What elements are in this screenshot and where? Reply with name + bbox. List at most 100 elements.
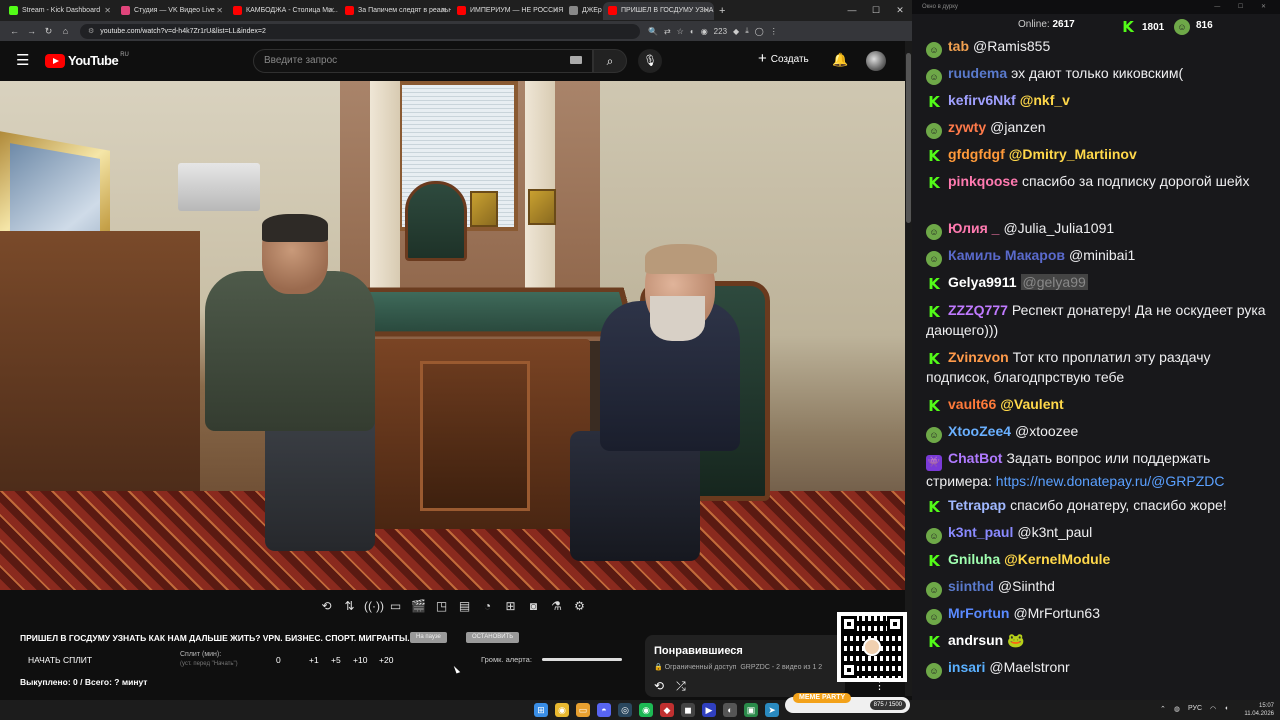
chat-username[interactable]: Gniluha bbox=[948, 551, 1000, 567]
flask-icon[interactable]: ⚗ bbox=[548, 597, 565, 615]
close-tab-icon[interactable]: ✕ bbox=[216, 6, 223, 15]
extension-icon[interactable]: ◐ bbox=[690, 27, 695, 36]
chat-username[interactable]: zywty bbox=[948, 119, 986, 135]
profile-icon[interactable]: ◯ bbox=[755, 27, 764, 36]
chat-window-controls[interactable]: — ☐ ✕ bbox=[1214, 0, 1274, 14]
app-icon[interactable]: ◐ bbox=[723, 703, 737, 717]
chat-username[interactable]: gfdgfdgf bbox=[948, 146, 1005, 162]
back-button[interactable]: ← bbox=[6, 26, 23, 36]
screen-share-icon[interactable]: ▭ bbox=[387, 597, 404, 615]
close-tab-icon[interactable]: ✕ bbox=[703, 6, 710, 15]
new-tab-button[interactable]: + bbox=[719, 5, 725, 17]
chat-username[interactable]: vault66 bbox=[948, 396, 996, 412]
chat-username[interactable]: kefirv6Nkf bbox=[948, 92, 1016, 108]
home-icon[interactable]: ⌂ bbox=[57, 26, 74, 36]
chrome-icon[interactable]: ◉ bbox=[555, 703, 569, 717]
app-icon[interactable]: ◆ bbox=[660, 703, 674, 717]
split-add-20-button[interactable]: +20 bbox=[379, 655, 393, 665]
url-field[interactable]: ⚙ youtube.com/watch?v=d-h4k7Zr1rU&list=L… bbox=[80, 23, 640, 39]
browser-tab[interactable]: Студия — VK Видео Live ✕ bbox=[116, 2, 227, 20]
playlist-title[interactable]: Понравившиеся bbox=[654, 645, 743, 657]
create-button[interactable]: + Создать bbox=[758, 51, 809, 66]
language-indicator[interactable]: РУС bbox=[1188, 705, 1202, 713]
tray-icon[interactable]: ◍ bbox=[1174, 705, 1180, 713]
youtube-logo[interactable]: YouTube RU bbox=[45, 52, 129, 68]
translate-icon[interactable]: ⇄ bbox=[664, 27, 671, 36]
scrollbar-thumb[interactable] bbox=[906, 53, 911, 223]
picture-in-picture-icon[interactable]: ◳ bbox=[433, 597, 450, 615]
chat-username[interactable]: Zvinzvon bbox=[948, 349, 1009, 365]
volume-icon[interactable]: ◖ bbox=[1224, 705, 1228, 713]
frame-icon[interactable]: ▤ bbox=[456, 597, 473, 615]
menu-icon[interactable]: ⋮ bbox=[770, 27, 778, 36]
wifi-icon[interactable]: ◠ bbox=[1210, 705, 1216, 713]
shuffle-icon[interactable]: ⤮ bbox=[676, 679, 686, 694]
chat-username[interactable]: MrFortun bbox=[948, 605, 1009, 621]
reload-button[interactable]: ↻ bbox=[40, 26, 57, 37]
extension-icon[interactable]: ◉ bbox=[701, 27, 708, 36]
stop-chip[interactable]: ОСТАНОВИТЬ bbox=[466, 632, 520, 643]
forward-button[interactable]: → bbox=[23, 26, 40, 36]
close-tab-icon[interactable]: ✕ bbox=[440, 6, 447, 15]
app-icon[interactable]: ▣ bbox=[744, 703, 758, 717]
speed-gauge-icon[interactable]: ◔ bbox=[479, 597, 496, 615]
alert-volume-slider[interactable] bbox=[542, 658, 622, 661]
chat-username[interactable]: tab bbox=[948, 38, 969, 54]
chat-username[interactable]: ChatBot bbox=[948, 450, 1002, 466]
video-player[interactable] bbox=[0, 81, 905, 590]
keyboard-icon[interactable] bbox=[570, 56, 582, 64]
close-tab-icon[interactable]: ✕ bbox=[552, 6, 559, 15]
browser-tab[interactable]: КАМБОДЖА - Столица Ми... ✕ bbox=[228, 2, 339, 20]
bookmark-star-icon[interactable]: ☆ bbox=[677, 27, 684, 36]
chat-username[interactable]: ruudema bbox=[948, 65, 1007, 81]
download-icon[interactable]: ⤓ bbox=[745, 26, 749, 36]
chat-username[interactable]: k3nt_paul bbox=[948, 524, 1013, 540]
split-add-5-button[interactable]: +5 bbox=[331, 655, 341, 665]
split-add-1-button[interactable]: +1 bbox=[309, 655, 319, 665]
start-icon[interactable]: ⊞ bbox=[534, 703, 548, 717]
loop-icon[interactable]: ⟲ bbox=[318, 597, 335, 615]
browser-tab[interactable]: За Папичем следят в реальн... ✕ bbox=[340, 2, 451, 20]
chat-username[interactable]: pinkqoose bbox=[948, 173, 1018, 189]
steam-icon[interactable]: ◎ bbox=[618, 703, 632, 717]
avatar[interactable] bbox=[866, 51, 886, 71]
chat-username[interactable]: andrsun bbox=[948, 632, 1003, 648]
minimize-button[interactable]: — bbox=[840, 0, 864, 21]
site-info-icon[interactable]: ⚙ bbox=[88, 27, 94, 35]
split-add-10-button[interactable]: +10 bbox=[353, 655, 367, 665]
more-options-icon[interactable]: ⋮ bbox=[874, 679, 885, 692]
folder-icon[interactable]: ▭ bbox=[576, 703, 590, 717]
app-icon[interactable]: ◼ bbox=[681, 703, 695, 717]
chat-username[interactable]: ZZZQ777 bbox=[948, 302, 1008, 318]
telegram-icon[interactable]: ➤ bbox=[765, 703, 779, 717]
chat-messages[interactable]: ☺ tab @Ramis855 ☺ ruudema эх дают только кико… bbox=[912, 36, 1280, 696]
extension-badge[interactable]: 223 bbox=[714, 27, 727, 36]
gear-icon[interactable]: ⚙ bbox=[571, 597, 588, 615]
close-tab-icon[interactable]: ✕ bbox=[104, 6, 111, 15]
close-tab-icon[interactable]: ✕ bbox=[328, 6, 335, 15]
voice-search-button[interactable]: 🎙 bbox=[638, 49, 662, 73]
browser-tab[interactable]: ИМПЕРИУМ — НЕ РОССИЯ... ✕ bbox=[452, 2, 563, 20]
extension-icon[interactable]: ◆ bbox=[733, 27, 739, 36]
chat-username[interactable]: Юлия _ bbox=[948, 220, 999, 236]
clock[interactable]: 15:07 11.04.2026 bbox=[1244, 702, 1274, 718]
search-button[interactable]: ⌕ bbox=[593, 49, 627, 73]
browser-tab[interactable]: ДЖЕра bbox=[564, 2, 602, 20]
start-split-button[interactable]: НАЧАТЬ СПЛИТ bbox=[28, 655, 92, 665]
close-window-button[interactable]: ✕ bbox=[888, 0, 912, 21]
pause-chip[interactable]: На паузе bbox=[410, 632, 447, 643]
chat-link[interactable]: https://new.donatepay.ru/@GRPZDC bbox=[996, 473, 1225, 489]
chat-username[interactable]: siinthd bbox=[948, 578, 994, 594]
network-icon[interactable]: ⌃ bbox=[1160, 705, 1166, 713]
liked-playlist-card[interactable]: Понравившиеся 🔒 Ограниченный доступ GRPZ… bbox=[645, 635, 845, 697]
page-scrollbar[interactable] bbox=[905, 41, 912, 696]
chat-username[interactable]: Камиль Макаров bbox=[948, 247, 1065, 263]
broadcast-icon[interactable]: ((·)) bbox=[364, 597, 384, 615]
zoom-icon[interactable]: 🔍 bbox=[648, 27, 658, 36]
chat-username[interactable]: Gelya9911 bbox=[948, 274, 1017, 290]
hamburger-menu-icon[interactable]: ☰ bbox=[16, 53, 29, 68]
loop-playlist-icon[interactable]: ⟲ bbox=[654, 679, 664, 694]
camera-icon[interactable]: ◙ bbox=[525, 597, 542, 615]
meme-party-widget[interactable]: MEME PARTY 875 / 1500 bbox=[785, 693, 910, 713]
browser-tab[interactable]: Stream - Kick Dashboard ✕ bbox=[4, 2, 115, 20]
